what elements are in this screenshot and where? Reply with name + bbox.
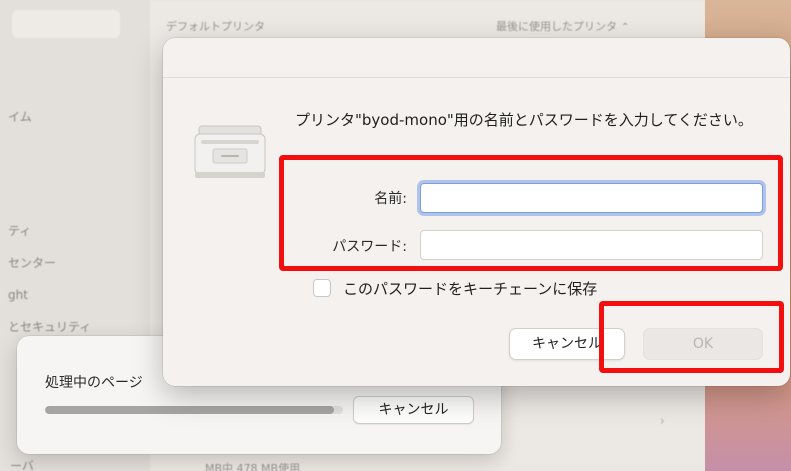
sidebar-item: イム	[8, 110, 32, 124]
remember-password-row[interactable]: このパスワードをキーチェーンに保存	[313, 276, 597, 300]
progress-fill	[45, 406, 335, 414]
sidebar-search-field	[12, 10, 120, 38]
processing-title: 処理中のページ	[45, 375, 143, 391]
progress-bar	[45, 406, 343, 414]
sidebar-item: センター	[8, 256, 57, 270]
sidebar-item: ーバ	[10, 459, 34, 471]
default-printer-label: デフォルトプリンタ	[166, 20, 265, 33]
name-field[interactable]	[420, 183, 763, 213]
progress-cancel-button[interactable]: キャンセル	[353, 396, 474, 424]
remember-password-label: このパスワードをキーチェーンに保存	[343, 279, 598, 298]
printer-icon	[193, 118, 267, 184]
dialog-title-bar	[163, 38, 790, 78]
password-label: パスワード:	[332, 239, 407, 255]
sidebar-item: ティ	[8, 224, 32, 238]
default-printer-value: 最後に使用したプリンタ	[496, 20, 617, 33]
default-printer-popup: 最後に使用したプリンタ ⌃	[496, 18, 629, 34]
remember-password-checkbox[interactable]	[313, 279, 331, 297]
cancel-button[interactable]: キャンセル	[509, 328, 625, 360]
storage-info: MB中 478 MB使用	[205, 462, 301, 471]
sidebar-item: とセキュリティ	[8, 320, 92, 334]
chevron-updown-icon: ⌃	[621, 22, 630, 33]
password-field[interactable]	[420, 230, 763, 260]
ok-button[interactable]: OK	[643, 328, 763, 360]
dialog-message: プリンタ"byod-mono"用の名前とパスワードを入力してください。	[295, 111, 753, 129]
name-label: 名前:	[374, 191, 407, 207]
printer-auth-dialog: プリンタ"byod-mono"用の名前とパスワードを入力してください。 名前: …	[163, 38, 790, 386]
chevron-right-icon: ›	[660, 414, 665, 428]
sidebar-item: ght	[8, 288, 28, 302]
